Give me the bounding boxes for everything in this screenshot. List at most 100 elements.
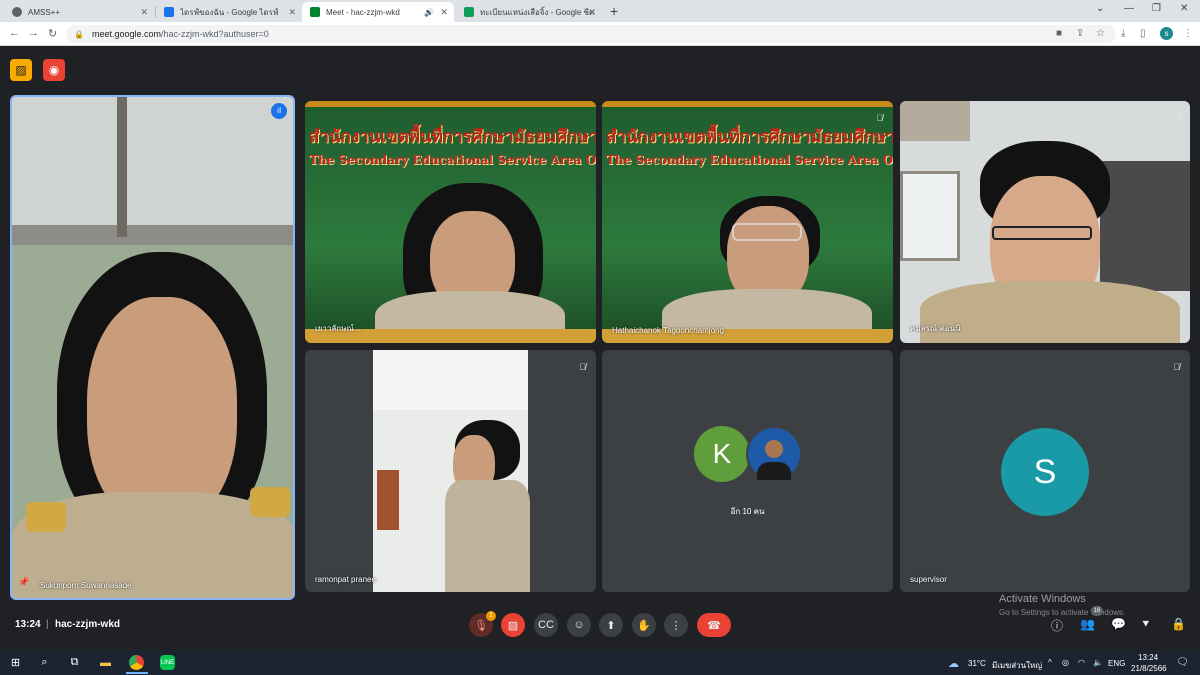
participant-name: supervisor (910, 575, 947, 584)
weather-description[interactable]: มีเมฆส่วนใหญ่ (992, 659, 1042, 672)
notifications-icon[interactable]: 🗨 (1176, 657, 1189, 668)
tab-label: ไดรฟ์ของฉัน - Google ไดรฟ์ (180, 7, 279, 17)
weather-icon[interactable]: ☁ (948, 657, 959, 670)
google-meet-icon (310, 7, 320, 17)
forward-icon[interactable]: → (28, 27, 39, 39)
download-icon[interactable]: ⤓ (1121, 28, 1125, 39)
url-input[interactable]: 🔒 meet.google.com /hac-zzjm-wkd?authuser… (66, 25, 1116, 43)
board-english-heading: The Secondary Educational Service Area O… (309, 153, 596, 167)
participant-name: เยาวลักษณ์ ... (315, 324, 363, 333)
chrome-icon[interactable] (129, 655, 144, 670)
google-sheets-icon (464, 7, 474, 17)
close-icon[interactable]: ✕ (440, 7, 448, 18)
tab-google-drive[interactable]: ไดรฟ์ของฉัน - Google ไดรฟ์ ✕ (156, 2, 302, 22)
minimize-button[interactable]: — (1124, 3, 1134, 14)
taskbar-time[interactable]: 13:24 (1138, 653, 1158, 662)
others-tile[interactable]: K อีก 10 คน (602, 350, 893, 592)
close-icon[interactable]: ✕ (288, 7, 296, 18)
hang-up-button[interactable]: ☎ (697, 613, 731, 637)
new-tab-button[interactable]: + (610, 3, 618, 19)
weather-temp[interactable]: 31°C (968, 659, 986, 668)
host-controls-icon[interactable]: 🔒 (1171, 617, 1186, 631)
mic-off-icon: 🎙̸ (1173, 113, 1180, 123)
tab-google-sheets[interactable]: ทะเบียนแหน่งเสือจิ้ง - Google ชีต ✕ (456, 2, 602, 22)
profile-avatar[interactable]: s (1160, 27, 1173, 40)
participant-tile[interactable]: สำนักงานเขตพื้นที่การศึกษามัธยมศึกษานครร… (305, 101, 596, 343)
meeting-time: 13:24 (15, 619, 41, 630)
participant-tile[interactable]: 🎙̸ คมสรณ์ ค่อนนี (900, 101, 1190, 343)
close-icon[interactable]: ✕ (140, 7, 148, 18)
lock-icon: 🔒 (74, 29, 84, 39)
participant-name: Sukunporn Suwannasade (40, 581, 132, 590)
separator: | (46, 619, 49, 630)
emoji-button[interactable]: ☺ (567, 613, 591, 637)
activation-watermark-title: Activate Windows (999, 593, 1086, 605)
windows-start-icon[interactable]: ⊞ (8, 655, 23, 670)
share-icon[interactable]: ⇪ (1076, 28, 1084, 39)
reload-icon[interactable]: ↻ (48, 27, 57, 40)
tab-label: ทะเบียนแหน่งเสือจิ้ง - Google ชีต (480, 7, 594, 17)
mic-off-icon: 🎙̸ (1173, 362, 1180, 372)
participant-tile[interactable]: 🎙̸ ramonpat pranee (305, 350, 596, 592)
url-path: /hac-zzjm-wkd?authuser=0 (161, 29, 269, 39)
present-button[interactable]: ⬆ (599, 613, 623, 637)
tab-search-icon[interactable]: ⌄ (1096, 3, 1104, 14)
speaker-icon[interactable]: 🔊 (424, 8, 434, 17)
more-options-button[interactable]: ⋮ (664, 613, 688, 637)
participant-tile-pinned[interactable]: ıl 📌 Sukunporn Suwannasade (10, 95, 295, 600)
tray-chevron-icon[interactable]: ^ (1048, 658, 1052, 667)
back-icon[interactable]: ← (9, 27, 20, 39)
avatar: S (1001, 428, 1089, 516)
tab-meet[interactable]: Meet - hac-zzjm-wkd 🔊 ✕ (302, 2, 454, 22)
tray-icon[interactable]: ◎ (1062, 658, 1069, 667)
taskbar-date[interactable]: 21/8/2566 (1131, 664, 1167, 673)
mic-off-icon: 🎙̸ (876, 113, 883, 123)
people-count-badge: 16 (1091, 606, 1103, 616)
tab-amss[interactable]: AMSS++ ✕ (4, 2, 154, 22)
chat-icon[interactable]: 💬 (1111, 617, 1126, 631)
activation-watermark-sub: Go to Settings to activate Windows. (999, 608, 1126, 617)
activities-icon[interactable]: ⯆ (1141, 617, 1151, 632)
mic-warning-badge: 1 (486, 611, 496, 621)
avatar: K (694, 426, 750, 482)
board-english-heading: The Secondary Educational Service Area O… (606, 153, 893, 167)
raise-hand-button[interactable]: ✋ (632, 613, 656, 637)
people-icon[interactable]: 👥 (1080, 617, 1095, 631)
board-thai-heading: สำนักงานเขตพื้นที่การศึกษามัธยมศึกษานครร (309, 127, 596, 147)
close-icon[interactable]: ✕ (588, 7, 596, 18)
camera-icon[interactable]: ■ (1056, 28, 1062, 39)
line-app-icon[interactable]: LINE (160, 655, 175, 670)
side-panel-icon[interactable]: ▯ (1140, 28, 1146, 39)
task-view-icon[interactable]: ⧉ (67, 655, 82, 670)
menu-dots-icon[interactable]: ⋮ (1183, 28, 1193, 39)
avatar (746, 426, 802, 482)
participant-name: Hathaichanok Tagoonchamjong (612, 326, 724, 335)
maximize-button[interactable]: ❐ (1152, 3, 1161, 14)
volume-icon[interactable]: 🔈 (1093, 658, 1103, 667)
others-count-label: อีก 10 คน (730, 507, 765, 516)
google-drive-icon (164, 7, 174, 17)
bookmark-star-icon[interactable]: ☆ (1096, 28, 1105, 39)
url-host: meet.google.com (91, 29, 162, 39)
participant-name: คมสรณ์ ค่อนนี (910, 324, 961, 333)
address-bar-row: ← → ↻ 🔒 meet.google.com /hac-zzjm-wkd?au… (0, 22, 1200, 46)
participant-tile[interactable]: 🎙̸ S supervisor (900, 350, 1190, 592)
wifi-icon[interactable]: ◠ (1078, 658, 1085, 667)
tab-label: Meet - hac-zzjm-wkd (326, 7, 400, 17)
file-explorer-icon[interactable]: ▬ (98, 655, 113, 670)
board-thai-heading: สำนักงานเขตพื้นที่การศึกษามัธยมศึกษานครร (606, 127, 893, 147)
meeting-code: hac-zzjm-wkd (55, 619, 121, 630)
no-camera-icon[interactable]: ▨ (10, 59, 32, 81)
camera-toggle-button[interactable]: ▨ (501, 613, 525, 637)
input-language[interactable]: ENG (1108, 659, 1125, 668)
search-icon[interactable]: ⌕ (37, 655, 52, 670)
recording-icon[interactable]: ◉ (43, 59, 65, 81)
participant-name: ramonpat pranee (315, 575, 376, 584)
globe-icon (12, 7, 22, 17)
captions-button[interactable]: CC (534, 613, 558, 637)
window-close-button[interactable]: ✕ (1180, 3, 1188, 14)
browser-tab-strip: AMSS++ ✕ ไดรฟ์ของฉัน - Google ไดรฟ์ ✕ Me… (0, 0, 1200, 22)
meeting-details-icon[interactable]: ⓘ (1051, 617, 1063, 634)
pin-icon[interactable]: 📌 (18, 577, 29, 588)
participant-tile[interactable]: สำนักงานเขตพื้นที่การศึกษามัธยมศึกษานครร… (602, 101, 893, 343)
